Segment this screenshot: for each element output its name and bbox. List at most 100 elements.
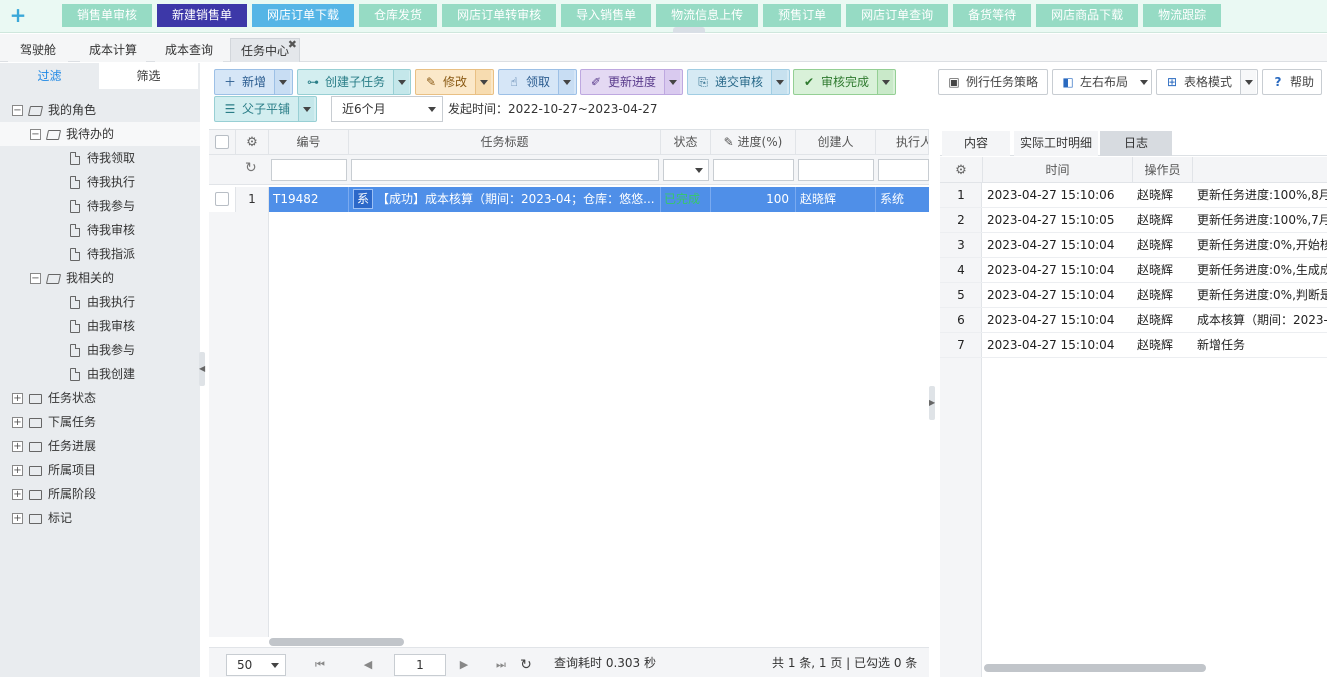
table-mode-button[interactable]: ⊞ 表格模式 <box>1156 69 1258 95</box>
tab-screen[interactable]: 筛选 <box>99 63 198 89</box>
review-done-button[interactable]: ✔ 审核完成 <box>793 69 896 95</box>
filter-id-input[interactable] <box>271 159 347 181</box>
tab-log[interactable]: 日志 <box>1100 131 1172 156</box>
list-item[interactable]: 6 2023-04-27 15:10:04 赵晓辉 成本核算（期间：2023- <box>940 308 1327 333</box>
submit-review-button[interactable]: ⎘ 递交审核 <box>687 69 790 95</box>
edit-button[interactable]: ✎ 修改 <box>415 69 494 95</box>
tab-content[interactable]: 内容 <box>942 131 1010 156</box>
new-button[interactable]: ＋ 新增 <box>214 69 293 95</box>
refresh-icon[interactable]: ↻ <box>245 160 257 176</box>
quick-btn-logistics-track[interactable]: 物流跟踪 <box>1143 4 1222 27</box>
close-icon[interactable]: ✖ <box>288 33 297 57</box>
filter-title-input[interactable] <box>351 159 659 181</box>
list-item[interactable]: 1 2023-04-27 15:10:06 赵晓辉 更新任务进度:100%,8月 <box>940 183 1327 208</box>
tree-node-project[interactable]: + 所属项目 <box>12 458 96 482</box>
expand-icon[interactable]: + <box>12 417 23 428</box>
tree-leaf-todo-assign[interactable]: 待我指派 <box>70 242 135 266</box>
col-status[interactable]: 状态 <box>661 130 711 155</box>
tab-cockpit[interactable]: 驾驶舱 <box>8 38 68 62</box>
quick-btn-sales-review[interactable]: 销售单审核 <box>62 4 153 27</box>
col-id[interactable]: 编号 <box>269 130 349 155</box>
tree-leaf-by-me-create[interactable]: 由我创建 <box>70 362 135 386</box>
quick-btn-presale[interactable]: 预售订单 <box>763 4 842 27</box>
chevron-down-icon[interactable] <box>298 97 315 121</box>
list-item[interactable]: 5 2023-04-27 15:10:04 赵晓辉 更新任务进度:0%,判断是 <box>940 283 1327 308</box>
balance-button[interactable]: ☰ 父子平铺 <box>214 96 317 122</box>
quick-btn-shop-order-download[interactable]: 网店订单下载 <box>252 4 355 27</box>
tree-leaf-by-me-exec[interactable]: 由我执行 <box>70 290 135 314</box>
tree-leaf-by-me-join[interactable]: 由我参与 <box>70 338 135 362</box>
collapse-icon[interactable]: − <box>30 273 41 284</box>
quick-btn-import-sales[interactable]: 导入销售单 <box>561 4 652 27</box>
gear-icon[interactable]: ⚙ <box>236 130 269 155</box>
table-row[interactable]: 1 T19482 系【成功】成本核算（期间：2023-04；仓库：悠悠... 已… <box>209 187 929 212</box>
list-item[interactable]: 3 2023-04-27 15:10:04 赵晓辉 更新任务进度:0%,开始核 <box>940 233 1327 258</box>
col-creator[interactable]: 创建人 <box>796 130 876 155</box>
quick-btn-shop-order-review[interactable]: 网店订单转审核 <box>442 4 557 27</box>
expand-icon[interactable]: + <box>12 489 23 500</box>
expand-icon[interactable]: + <box>12 465 23 476</box>
filter-status-select[interactable] <box>663 159 709 181</box>
chevron-down-icon[interactable] <box>877 70 894 94</box>
tree-node-stage[interactable]: + 所属阶段 <box>12 482 96 506</box>
list-item[interactable]: 2 2023-04-27 15:10:05 赵晓辉 更新任务进度:100%,7月 <box>940 208 1327 233</box>
quick-btn-stock-wait[interactable]: 备货等待 <box>953 4 1032 27</box>
cell-id[interactable]: T19482 <box>269 187 349 212</box>
right-splitter-handle[interactable]: ▶ <box>929 386 935 420</box>
tab-filter[interactable]: 过滤 <box>0 63 99 89</box>
tree-node-task-status[interactable]: + 任务状态 <box>12 386 96 410</box>
tree-node-my-roles[interactable]: − 我的角色 <box>12 98 96 122</box>
list-item[interactable]: 7 2023-04-27 15:10:04 赵晓辉 新增任务 <box>940 333 1327 358</box>
last-page-icon[interactable]: ⏭ <box>490 654 512 676</box>
row-checkbox[interactable] <box>215 192 229 206</box>
collapse-icon[interactable]: − <box>30 129 41 140</box>
quick-btn-shop-order-query[interactable]: 网店订单查询 <box>846 4 949 27</box>
filter-creator-input[interactable] <box>798 159 874 181</box>
chevron-down-icon[interactable] <box>475 70 492 94</box>
chevron-down-icon[interactable] <box>664 70 681 94</box>
chevron-down-icon[interactable] <box>771 70 788 94</box>
quick-btn-shop-goods-download[interactable]: 网店商品下载 <box>1036 4 1139 27</box>
left-splitter-handle[interactable]: ◀ <box>199 352 205 386</box>
horizontal-scrollbar[interactable] <box>984 664 1206 672</box>
page-number-input[interactable]: 1 <box>394 654 446 676</box>
layout-button[interactable]: ◧ 左右布局 <box>1052 69 1152 95</box>
select-all-checkbox[interactable] <box>215 135 229 149</box>
list-item[interactable]: 4 2023-04-27 15:10:04 赵晓辉 更新任务进度:0%,生成成 <box>940 258 1327 283</box>
next-page-icon[interactable]: ▶ <box>453 654 475 676</box>
quick-btn-new-sales[interactable]: 新建销售单 <box>157 4 248 27</box>
collapse-handle[interactable] <box>673 27 705 33</box>
claim-button[interactable]: ☝ 领取 <box>498 69 577 95</box>
prev-page-icon[interactable]: ◀ <box>357 654 379 676</box>
chevron-down-icon[interactable] <box>1240 70 1257 94</box>
tree-node-mark[interactable]: + 标记 <box>12 506 72 530</box>
chevron-down-icon[interactable] <box>393 70 410 94</box>
help-button[interactable]: ? 帮助 <box>1262 69 1322 95</box>
tree-node-sub-tasks[interactable]: + 下属任务 <box>12 410 96 434</box>
tab-actual-hours[interactable]: 实际工时明细 <box>1014 131 1098 156</box>
tree-node-my-todo[interactable]: − 我待办的 <box>0 122 200 146</box>
tree-leaf-by-me-review[interactable]: 由我审核 <box>70 314 135 338</box>
filter-executor-input[interactable] <box>878 159 929 181</box>
col-executor[interactable]: 执行人 <box>876 130 929 155</box>
tree-node-task-progress[interactable]: + 任务进展 <box>12 434 96 458</box>
page-size-select[interactable]: 50 <box>226 654 286 676</box>
create-subtask-button[interactable]: ⊶ 创建子任务 <box>297 69 411 95</box>
chevron-down-icon[interactable] <box>558 70 575 94</box>
cell-title[interactable]: 系【成功】成本核算（期间：2023-04；仓库：悠悠... <box>349 187 661 212</box>
col-title[interactable]: 任务标题 <box>349 130 661 155</box>
col-time[interactable]: 时间 <box>983 157 1133 183</box>
filter-progress-input[interactable] <box>713 159 794 181</box>
tree-leaf-todo-review[interactable]: 待我审核 <box>70 218 135 242</box>
first-page-icon[interactable]: ⏮ <box>309 654 331 676</box>
tab-cost-query[interactable]: 成本查询 <box>155 38 223 62</box>
tree-leaf-todo-exec[interactable]: 待我执行 <box>70 170 135 194</box>
chevron-down-icon[interactable] <box>274 70 291 94</box>
tree-leaf-todo-join[interactable]: 待我参与 <box>70 194 135 218</box>
chevron-down-icon[interactable] <box>1136 70 1151 94</box>
tree-leaf-todo-claim[interactable]: 待我领取 <box>70 146 135 170</box>
col-operator[interactable]: 操作员 <box>1133 157 1193 183</box>
collapse-icon[interactable]: − <box>12 105 23 116</box>
routine-strategy-button[interactable]: ▣ 例行任务策略 <box>938 69 1048 95</box>
tab-task-center[interactable]: 任务中心 ✖ <box>230 38 300 62</box>
